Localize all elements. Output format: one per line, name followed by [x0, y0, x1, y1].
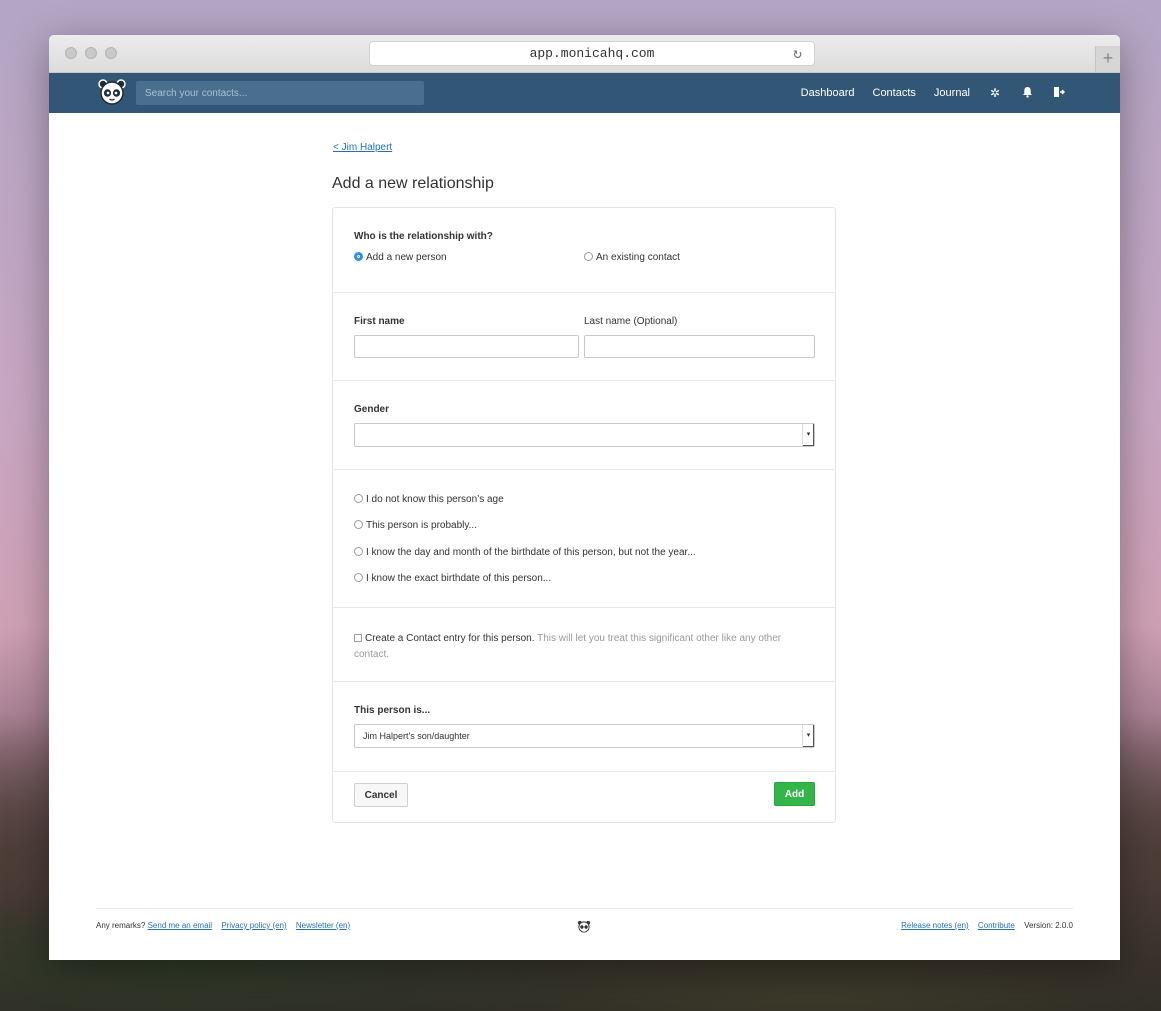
radio-age-exact[interactable]	[354, 573, 363, 582]
age-option-probably[interactable]: This person is probably...	[354, 520, 477, 531]
last-name-input[interactable]	[584, 335, 815, 358]
back-link[interactable]: < Jim Halpert	[333, 142, 392, 153]
age-option-exact[interactable]: I know the exact birthdate of this perso…	[354, 573, 551, 584]
footer-version: Version: 2.0.0	[1024, 921, 1073, 930]
footer-send-email-link[interactable]: Send me an email	[148, 921, 212, 930]
gender-select[interactable]: ▾	[354, 423, 815, 447]
reload-icon[interactable]: ↻	[793, 44, 802, 63]
gender-label: Gender	[354, 404, 390, 415]
browser-window: app.monicahq.com ↻ + Dashboard Contacts …	[49, 35, 1120, 960]
minimize-window-button[interactable]	[85, 47, 97, 59]
radio-age-unknown[interactable]	[354, 494, 363, 503]
age-option-day-month[interactable]: I know the day and month of the birthdat…	[354, 547, 696, 558]
radio-existing-contact[interactable]	[584, 252, 593, 261]
close-window-button[interactable]	[65, 47, 77, 59]
footer-right: Release notes (en) Contribute Version: 2…	[901, 921, 1073, 930]
cancel-button[interactable]: Cancel	[354, 783, 408, 807]
option-add-new-person[interactable]: Add a new person	[354, 252, 447, 263]
search-input[interactable]	[136, 81, 424, 105]
chevron-down-icon: ▾	[802, 424, 814, 446]
add-button[interactable]: Add	[774, 782, 815, 806]
window-controls	[65, 47, 117, 59]
monica-footer-logo-icon	[577, 920, 591, 933]
footer-left: Any remarks? Send me an email Privacy po…	[96, 921, 357, 930]
who-section: Who is the relationship with? Add a new …	[333, 208, 835, 293]
footer-newsletter-link[interactable]: Newsletter (en)	[296, 921, 350, 930]
nav-links: Dashboard Contacts Journal ✲	[801, 73, 1066, 113]
first-name-input[interactable]	[354, 335, 579, 358]
gender-section: Gender ▾	[333, 381, 835, 470]
footer-remarks: Any remarks?	[96, 921, 146, 930]
footer: Any remarks? Send me an email Privacy po…	[96, 908, 1073, 949]
bell-icon[interactable]	[1020, 86, 1034, 101]
top-navbar: Dashboard Contacts Journal ✲	[49, 73, 1120, 113]
nav-journal[interactable]: Journal	[934, 87, 970, 99]
contact-entry-label: Create a Contact entry for this person.	[365, 633, 535, 644]
footer-release-notes-link[interactable]: Release notes (en)	[901, 921, 969, 930]
chevron-down-icon: ▾	[802, 725, 814, 747]
footer-privacy-link[interactable]: Privacy policy (en)	[221, 921, 286, 930]
page-title: Add a new relationship	[332, 175, 494, 192]
first-name-label: First name	[354, 316, 405, 327]
relationship-form: Who is the relationship with? Add a new …	[332, 207, 836, 823]
radio-age-day-month[interactable]	[354, 547, 363, 556]
nav-contacts[interactable]: Contacts	[873, 87, 916, 99]
footer-contribute-link[interactable]: Contribute	[978, 921, 1015, 930]
relation-label: This person is...	[354, 705, 431, 716]
address-bar[interactable]: app.monicahq.com ↻	[369, 41, 815, 66]
age-section: I do not know this person’s age This per…	[333, 470, 835, 608]
new-tab-button[interactable]: +	[1095, 46, 1120, 72]
browser-titlebar: app.monicahq.com ↻ +	[49, 35, 1120, 73]
gear-icon[interactable]: ✲	[988, 86, 1002, 100]
logout-icon[interactable]	[1052, 86, 1066, 101]
who-label: Who is the relationship with?	[354, 231, 493, 242]
form-actions: Cancel Add	[333, 772, 835, 822]
relation-section: This person is... Jim Halpert's son/daug…	[333, 682, 835, 772]
radio-add-new-person[interactable]	[354, 252, 363, 261]
contact-entry-checkbox[interactable]	[354, 634, 362, 642]
monica-logo-icon[interactable]	[97, 78, 127, 106]
last-name-label: Last name (Optional)	[584, 316, 678, 327]
address-bar-url: app.monicahq.com	[529, 46, 655, 61]
contact-entry-section: Create a Contact entry for this person. …	[333, 608, 835, 682]
age-option-unknown[interactable]: I do not know this person’s age	[354, 494, 504, 505]
page-content: < Jim Halpert Add a new relationship Who…	[49, 113, 1120, 959]
option-existing-contact[interactable]: An existing contact	[584, 252, 680, 263]
relation-select-value: Jim Halpert's son/daughter	[363, 731, 470, 741]
zoom-window-button[interactable]	[105, 47, 117, 59]
name-section: First name Last name (Optional)	[333, 293, 835, 381]
nav-dashboard[interactable]: Dashboard	[801, 87, 855, 99]
radio-age-probably[interactable]	[354, 520, 363, 529]
contact-entry-option[interactable]: Create a Contact entry for this person. …	[354, 631, 809, 663]
relation-select[interactable]: Jim Halpert's son/daughter ▾	[354, 724, 815, 748]
